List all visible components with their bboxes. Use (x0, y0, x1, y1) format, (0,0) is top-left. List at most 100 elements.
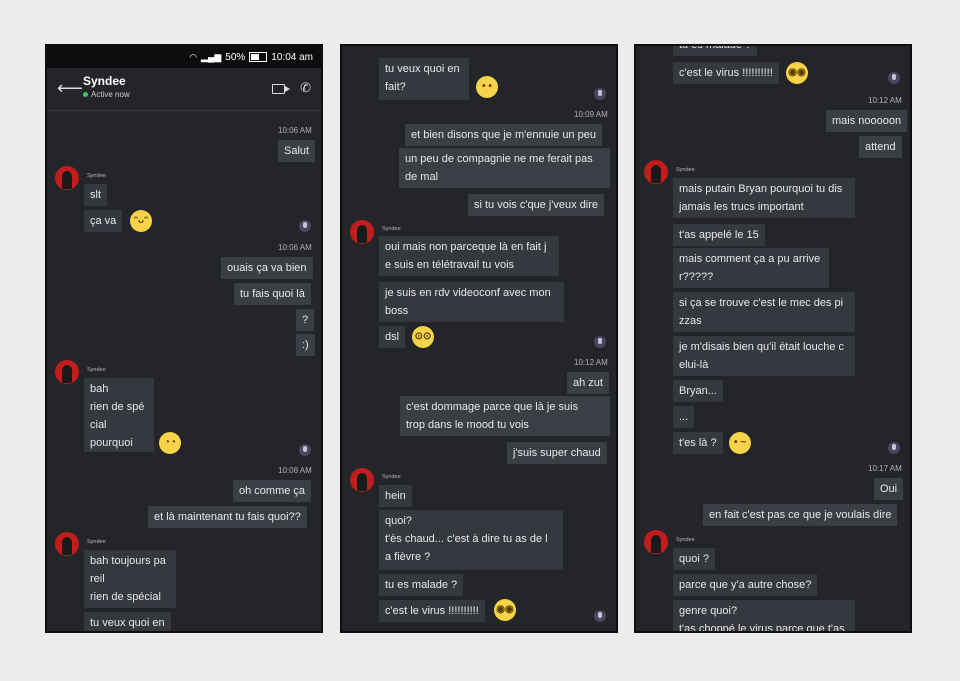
message-line: c'est dommage parce que là je suis (406, 401, 579, 413)
avatar[interactable] (350, 220, 374, 244)
message-line: t'as choppé le virus parce que t'as (679, 623, 845, 633)
received-message: si ça se trouve c'est le mec des pi zzas (673, 292, 855, 332)
received-message: c'est le virus !!!!!!!!!! (379, 600, 485, 622)
message-line: reil (90, 573, 105, 585)
sender-name: Syndee (382, 474, 401, 480)
message-line: oui mais non parceque là en fait j (385, 241, 547, 253)
message-line: boss (385, 305, 409, 317)
confused-emoji: • ~ (729, 432, 751, 454)
status-bar: ◠ ▂▄▆ 50% 10:04 am (47, 46, 321, 68)
received-message: je m'disais bien qu'il était louche c el… (673, 336, 855, 376)
sent-message: si tu vois c'que j'veux dire (468, 194, 605, 216)
sent-message: en fait c'est pas ce que je voulais dire (703, 504, 898, 526)
avatar[interactable] (644, 160, 668, 184)
sent-message: et bien disons que je m'ennuie un peu (405, 124, 602, 146)
received-message: slt (84, 184, 107, 206)
timestamp: 10:09 AM (574, 110, 608, 119)
signal-icon: ▂▄▆ (201, 51, 222, 62)
read-receipt (888, 72, 900, 84)
avatar[interactable] (350, 468, 374, 492)
timestamp: 10:17 AM (868, 464, 902, 473)
sent-message: c'est dommage parce que là je suis trop … (400, 396, 610, 436)
chat-header: ⟵ Syndee Active now ✆ (47, 68, 321, 111)
back-arrow-icon[interactable]: ⟵ (57, 78, 83, 99)
message-line: a fièvre ? (385, 551, 431, 563)
video-call-icon[interactable] (272, 84, 290, 94)
sender-name: Syndee (676, 537, 695, 543)
message-line: de mal (405, 171, 439, 183)
sent-message: Oui (874, 478, 904, 500)
received-message: genre quoi? t'as choppé le virus parce q… (673, 600, 855, 633)
received-message: bah toujours pa reil rien de spécial (84, 550, 176, 608)
sender-name: Syndee (87, 539, 106, 545)
sender-name: Syndee (87, 367, 106, 373)
eye-roll-emoji: ◔◔ (159, 432, 181, 454)
avatar[interactable] (55, 166, 79, 190)
avatar[interactable] (55, 532, 79, 556)
message-line: genre quoi? (679, 605, 738, 617)
message-line: cial (90, 419, 107, 431)
avatar[interactable] (55, 360, 79, 384)
message-line: rien de spécial (90, 591, 161, 603)
active-status: Active now (83, 90, 130, 99)
message-line: si ça se trouve c'est le mec des pi (679, 297, 844, 309)
avatar[interactable] (644, 530, 668, 554)
sent-message: un peu de compagnie ne me ferait pas de … (399, 148, 610, 188)
received-message: tu veux quoi en fait? (379, 58, 469, 100)
message-line: bah toujours pa (90, 555, 166, 567)
sent-message: attend (859, 136, 902, 158)
flushed-emoji: ◉◉ (494, 599, 516, 621)
received-message: mais putain Bryan pourquoi tu dis jamais… (673, 178, 855, 218)
message-line: t'ès chaud... c'est à dire tu as de l (385, 533, 548, 545)
sent-message: ah zut (567, 372, 609, 394)
message-line: zzas (679, 315, 702, 327)
message-line: e suis en télétravail tu vois (385, 259, 515, 271)
neutral-emoji: • • (476, 76, 498, 98)
sent-message: ouais ça va bien (221, 257, 313, 279)
received-message: tu es malade ? (379, 574, 464, 596)
message-line: r????? (679, 271, 714, 283)
battery-percent: 50% (225, 51, 246, 63)
read-receipt (888, 442, 900, 454)
received-message: quoi? t'ès chaud... c'est à dire tu as d… (379, 510, 563, 570)
active-status-label: Active now (91, 90, 130, 99)
sent-message: ? (296, 309, 315, 331)
received-message: oui mais non parceque là en fait j e sui… (379, 236, 559, 276)
online-dot-icon (83, 92, 88, 97)
received-message: dsl (379, 326, 406, 348)
received-message: quoi ? (673, 548, 715, 570)
read-receipt (594, 610, 606, 622)
message-line: trop dans le mood tu vois (406, 419, 529, 431)
sent-message: tu fais quoi là (234, 283, 311, 305)
sent-message: et là maintenant tu fais quoi?? (148, 506, 307, 528)
message-line: elui-là (679, 359, 709, 371)
message-line: fait? (385, 81, 406, 93)
received-message: bah rien de spé cial pourquoi (84, 378, 154, 452)
received-message: tu es malade ? (673, 46, 758, 56)
received-message: ça va (84, 210, 123, 232)
flushed-emoji: ◉◉ (786, 62, 808, 84)
sent-message: j'suis super chaud (507, 442, 607, 464)
message-line: bah (90, 383, 109, 395)
received-message: hein (379, 485, 412, 507)
chat-screen-2: tu veux quoi en fait? • • 10:09 AM et bi… (340, 44, 618, 633)
chat-screen-1: ◠ ▂▄▆ 50% 10:04 am ⟵ Syndee Active now ✆… (45, 44, 323, 633)
message-line: jamais les trucs important (679, 201, 804, 213)
message-line: tu veux quoi en (385, 63, 460, 75)
phone-call-icon[interactable]: ✆ (300, 80, 311, 96)
sent-message: Salut (278, 140, 316, 162)
nerd-emoji: ⊙⊙ (412, 326, 434, 348)
received-message: je suis en rdv videoconf avec mon boss (379, 282, 564, 322)
received-message: t'es là ? (673, 432, 723, 454)
chat-screen-3: tu es malade ? c'est le virus !!!!!!!!!!… (634, 44, 912, 633)
timestamp: 10:06 AM (278, 126, 312, 135)
received-message: tu veux quoi en (84, 612, 171, 631)
received-message: Bryan... (673, 380, 723, 402)
timestamp: 10:12 AM (574, 358, 608, 367)
timestamp: 10:08 AM (278, 466, 312, 475)
contact-name[interactable]: Syndee (83, 74, 126, 88)
sender-name: Syndee (87, 173, 106, 179)
message-line: rien de spé (90, 401, 145, 413)
read-receipt (594, 88, 606, 100)
clock: 10:04 am (271, 51, 313, 63)
